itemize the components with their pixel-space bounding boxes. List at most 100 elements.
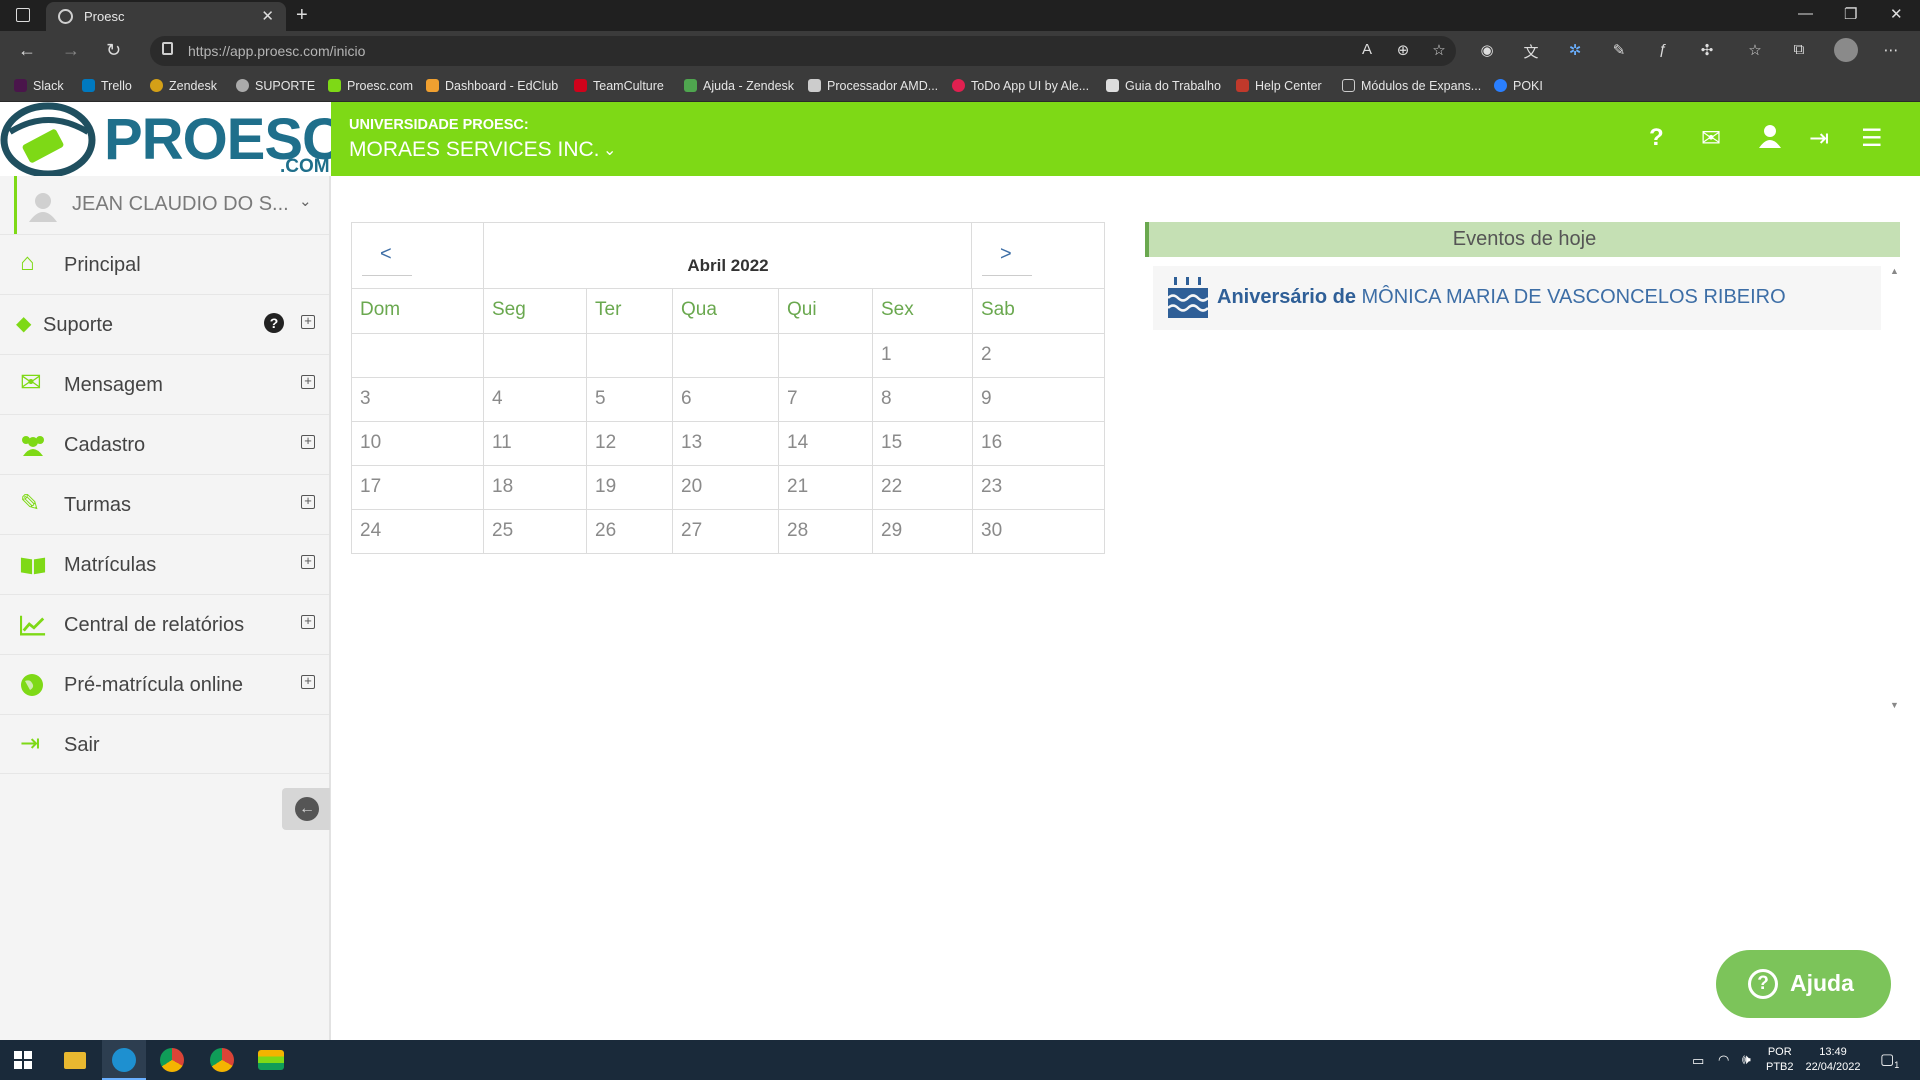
- calendar-day[interactable]: 4: [484, 378, 587, 422]
- calendar-day[interactable]: 17: [352, 466, 484, 510]
- proesc-logo[interactable]: PROESC .COM: [0, 102, 344, 178]
- event-item[interactable]: Aniversário de MÔNICA MARIA DE VASCONCEL…: [1153, 266, 1881, 330]
- expand-icon[interactable]: +: [301, 434, 315, 449]
- sidebar-item-suporte[interactable]: ◆ Suporte ? +: [0, 294, 329, 354]
- bookmark-edclub[interactable]: Dashboard - EdClub: [426, 79, 558, 93]
- calendar-day[interactable]: 11: [484, 422, 587, 466]
- sidebar-item-mensagem[interactable]: ✉ Mensagem +: [0, 354, 329, 414]
- tab-actions-icon[interactable]: [16, 8, 30, 22]
- favorite-icon[interactable]: ☆: [1430, 41, 1448, 59]
- calendar-day[interactable]: 20: [673, 466, 779, 510]
- calendar-day[interactable]: 16: [973, 422, 1104, 466]
- envelope-icon[interactable]: ✉: [1701, 124, 1721, 153]
- help-button[interactable]: ? Ajuda: [1716, 950, 1891, 1018]
- sidebar-item-turmas[interactable]: ✎ Turmas +: [0, 474, 329, 534]
- events-scrollbar[interactable]: ▲ ▼: [1890, 266, 1900, 712]
- calendar-day[interactable]: 19: [587, 466, 673, 510]
- calendar-day[interactable]: 24: [352, 510, 484, 554]
- windows-start-icon[interactable]: [14, 1051, 32, 1069]
- more-menu-icon[interactable]: ⋯: [1882, 41, 1900, 59]
- sidebar-item-central-relatorios[interactable]: Central de relatórios +: [0, 594, 329, 654]
- expand-icon[interactable]: +: [301, 314, 315, 329]
- calendar-day[interactable]: 15: [873, 422, 973, 466]
- calendar-day[interactable]: 18: [484, 466, 587, 510]
- notification-center-icon[interactable]: ▢1: [1880, 1050, 1899, 1070]
- wifi-icon[interactable]: ◠: [1718, 1052, 1729, 1068]
- calendar-next-button[interactable]: >: [972, 223, 1104, 288]
- extension-gear-icon[interactable]: ✲: [1566, 41, 1584, 59]
- calendar-day[interactable]: 5: [587, 378, 673, 422]
- read-aloud-icon[interactable]: A: [1358, 41, 1376, 59]
- calendar-day[interactable]: [673, 334, 779, 378]
- calendar-day[interactable]: 14: [779, 422, 873, 466]
- url-field[interactable]: https://app.proesc.com/inicio: [150, 36, 1456, 66]
- bookmark-poki[interactable]: POKI: [1494, 79, 1543, 93]
- bookmark-trello[interactable]: Trello: [82, 79, 132, 93]
- calendar-day[interactable]: 2: [973, 334, 1104, 378]
- extension-fx-icon[interactable]: ƒ: [1654, 41, 1672, 59]
- calendar-day[interactable]: 22: [873, 466, 973, 510]
- profile-avatar-icon[interactable]: [1834, 38, 1858, 62]
- calendar-day[interactable]: 3: [352, 378, 484, 422]
- sidebar-item-matriculas[interactable]: Matrículas +: [0, 534, 329, 594]
- bookmark-ajuda-zendesk[interactable]: Ajuda - Zendesk: [684, 79, 794, 93]
- clock[interactable]: 13:49 22/04/2022: [1802, 1045, 1864, 1075]
- chrome-profile-icon[interactable]: [210, 1048, 234, 1072]
- bookmark-guia-trabalho[interactable]: Guia do Trabalho: [1106, 79, 1221, 93]
- hamburger-menu-icon[interactable]: ☰: [1861, 124, 1883, 153]
- calendar-day[interactable]: 9: [973, 378, 1104, 422]
- calendar-day[interactable]: 10: [352, 422, 484, 466]
- question-circle-icon[interactable]: ?: [264, 313, 284, 333]
- bookmark-teamculture[interactable]: TeamCulture: [574, 79, 664, 93]
- bookmark-amd[interactable]: Processador AMD...: [808, 79, 938, 93]
- calendar-day[interactable]: 21: [779, 466, 873, 510]
- bookmark-proesc[interactable]: Proesc.com: [328, 79, 413, 93]
- collapse-sidebar-button[interactable]: ←: [282, 788, 330, 830]
- calendar-day[interactable]: 6: [673, 378, 779, 422]
- expand-icon[interactable]: +: [301, 494, 315, 509]
- calendar-day[interactable]: [587, 334, 673, 378]
- calendar-prev-button[interactable]: <: [352, 223, 484, 288]
- calendar-day[interactable]: 7: [779, 378, 873, 422]
- expand-icon[interactable]: +: [301, 374, 315, 389]
- expand-icon[interactable]: +: [301, 614, 315, 629]
- sidebar-item-sair[interactable]: ⇥ Sair: [0, 714, 329, 774]
- minimize-icon[interactable]: —: [1798, 5, 1813, 22]
- calendar-day[interactable]: 27: [673, 510, 779, 554]
- help-question-icon[interactable]: ?: [1649, 124, 1664, 152]
- forward-icon[interactable]: →: [62, 40, 80, 61]
- new-tab-icon[interactable]: +: [296, 4, 308, 27]
- bookmark-modulos[interactable]: Módulos de Expans...: [1342, 79, 1481, 93]
- scroll-down-icon[interactable]: ▼: [1890, 700, 1899, 710]
- sidebar-item-pre-matricula[interactable]: Pré-matrícula online +: [0, 654, 329, 714]
- calendar-day[interactable]: 1: [873, 334, 973, 378]
- zoom-icon[interactable]: ⊕: [1394, 41, 1412, 59]
- bookmark-suporte[interactable]: SUPORTE: [236, 79, 315, 93]
- restore-icon[interactable]: ❐: [1844, 5, 1857, 23]
- collections-icon[interactable]: ⧉: [1790, 41, 1808, 59]
- close-window-icon[interactable]: ✕: [1890, 5, 1903, 23]
- calendar-day[interactable]: 23: [973, 466, 1104, 510]
- calendar-day[interactable]: [352, 334, 484, 378]
- calendar-day[interactable]: 25: [484, 510, 587, 554]
- calendar-day[interactable]: 8: [873, 378, 973, 422]
- user-icon[interactable]: [1759, 124, 1781, 148]
- file-explorer-icon[interactable]: [64, 1052, 86, 1069]
- battery-icon[interactable]: ▭: [1692, 1053, 1704, 1069]
- company-selector[interactable]: MORAES SERVICES INC. ⌄: [331, 132, 631, 166]
- extensions-puzzle-icon[interactable]: ✣: [1698, 41, 1716, 59]
- app-stack-icon[interactable]: [258, 1050, 284, 1070]
- calendar-day[interactable]: 28: [779, 510, 873, 554]
- sidebar-item-principal[interactable]: ⌂ Principal: [0, 234, 329, 294]
- extension-pen-icon[interactable]: ✎: [1610, 41, 1628, 59]
- refresh-icon[interactable]: ↻: [106, 40, 121, 61]
- extension-translate-icon[interactable]: 文: [1522, 41, 1540, 61]
- close-tab-icon[interactable]: ✕: [261, 7, 274, 25]
- tab-proesc[interactable]: Proesc ✕: [46, 2, 286, 31]
- bookmark-help-center[interactable]: Help Center: [1236, 79, 1322, 93]
- bookmark-todo[interactable]: ToDo App UI by Ale...: [952, 79, 1089, 93]
- sidebar-item-cadastro[interactable]: Cadastro +: [0, 414, 329, 474]
- bookmark-slack[interactable]: Slack: [14, 79, 64, 93]
- calendar-day[interactable]: 13: [673, 422, 779, 466]
- logout-icon[interactable]: ⇥: [1809, 124, 1829, 153]
